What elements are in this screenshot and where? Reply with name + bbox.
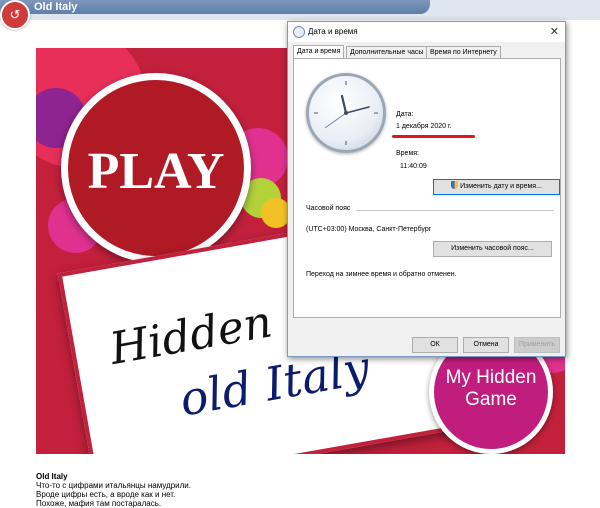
date-value: 1 декабря 2020 г.: [396, 123, 452, 130]
time-value: 11:40:09: [400, 163, 427, 170]
description-title: Old Italy: [36, 472, 68, 481]
apply-button[interactable]: Применить: [514, 337, 560, 353]
close-icon[interactable]: ✕: [550, 25, 559, 38]
clock-hands-icon: [314, 81, 378, 145]
clock-icon: [293, 26, 305, 38]
dialog-titlebar: Дата и время ✕: [288, 22, 565, 42]
tab-panel: Дата: 1 декабря 2020 г. Время: 11:40:09 …: [293, 58, 561, 318]
game-description: Old Italy Что-то с цифрами итальянцы нам…: [36, 472, 336, 508]
timezone-label: Часовой пояс: [306, 205, 351, 212]
analog-clock: [306, 73, 386, 153]
dst-note: Переход на зимнее время и обратно отмене…: [306, 271, 457, 278]
timezone-divider: [356, 210, 554, 211]
ok-button[interactable]: ОК: [412, 337, 458, 353]
app-title: Old Italy: [34, 1, 78, 13]
tab-internet-time[interactable]: Время по Интернету: [426, 46, 501, 58]
change-datetime-button[interactable]: Изменить дату и время...: [433, 179, 560, 195]
tab-date-time[interactable]: Дата и время: [293, 45, 345, 58]
red-underline-annotation: [392, 135, 475, 138]
dialog-title: Дата и время: [308, 27, 358, 36]
play-button[interactable]: PLAY: [61, 73, 251, 263]
datetime-dialog: Дата и время ✕ Дата и время Дополнительн…: [287, 21, 566, 357]
cancel-button[interactable]: Отмена: [463, 337, 509, 353]
change-datetime-label: Изменить дату и время...: [460, 183, 542, 190]
date-label: Дата:: [396, 111, 414, 118]
time-label: Время:: [396, 150, 420, 157]
description-line: Что-то с цифрами итальянцы намудрили.: [36, 481, 191, 490]
app-title-bar: Old Italy: [0, 0, 600, 20]
tab-additional-clocks[interactable]: Дополнительные часы: [346, 46, 428, 58]
play-label: PLAY: [87, 143, 225, 200]
back-button[interactable]: ↺: [0, 0, 30, 30]
logo-line1: My Hidden: [445, 367, 537, 388]
change-timezone-button[interactable]: Изменить часовой пояс...: [433, 241, 552, 257]
description-line: Вроде цифры есть, а вроде как и нет.: [36, 490, 176, 499]
uac-shield-icon: [451, 181, 459, 189]
timezone-value: (UTC+03:00) Москва, Санкт-Петербург: [306, 226, 432, 233]
back-arrow-icon: ↺: [9, 7, 21, 22]
logo-line2: Game: [465, 389, 517, 410]
